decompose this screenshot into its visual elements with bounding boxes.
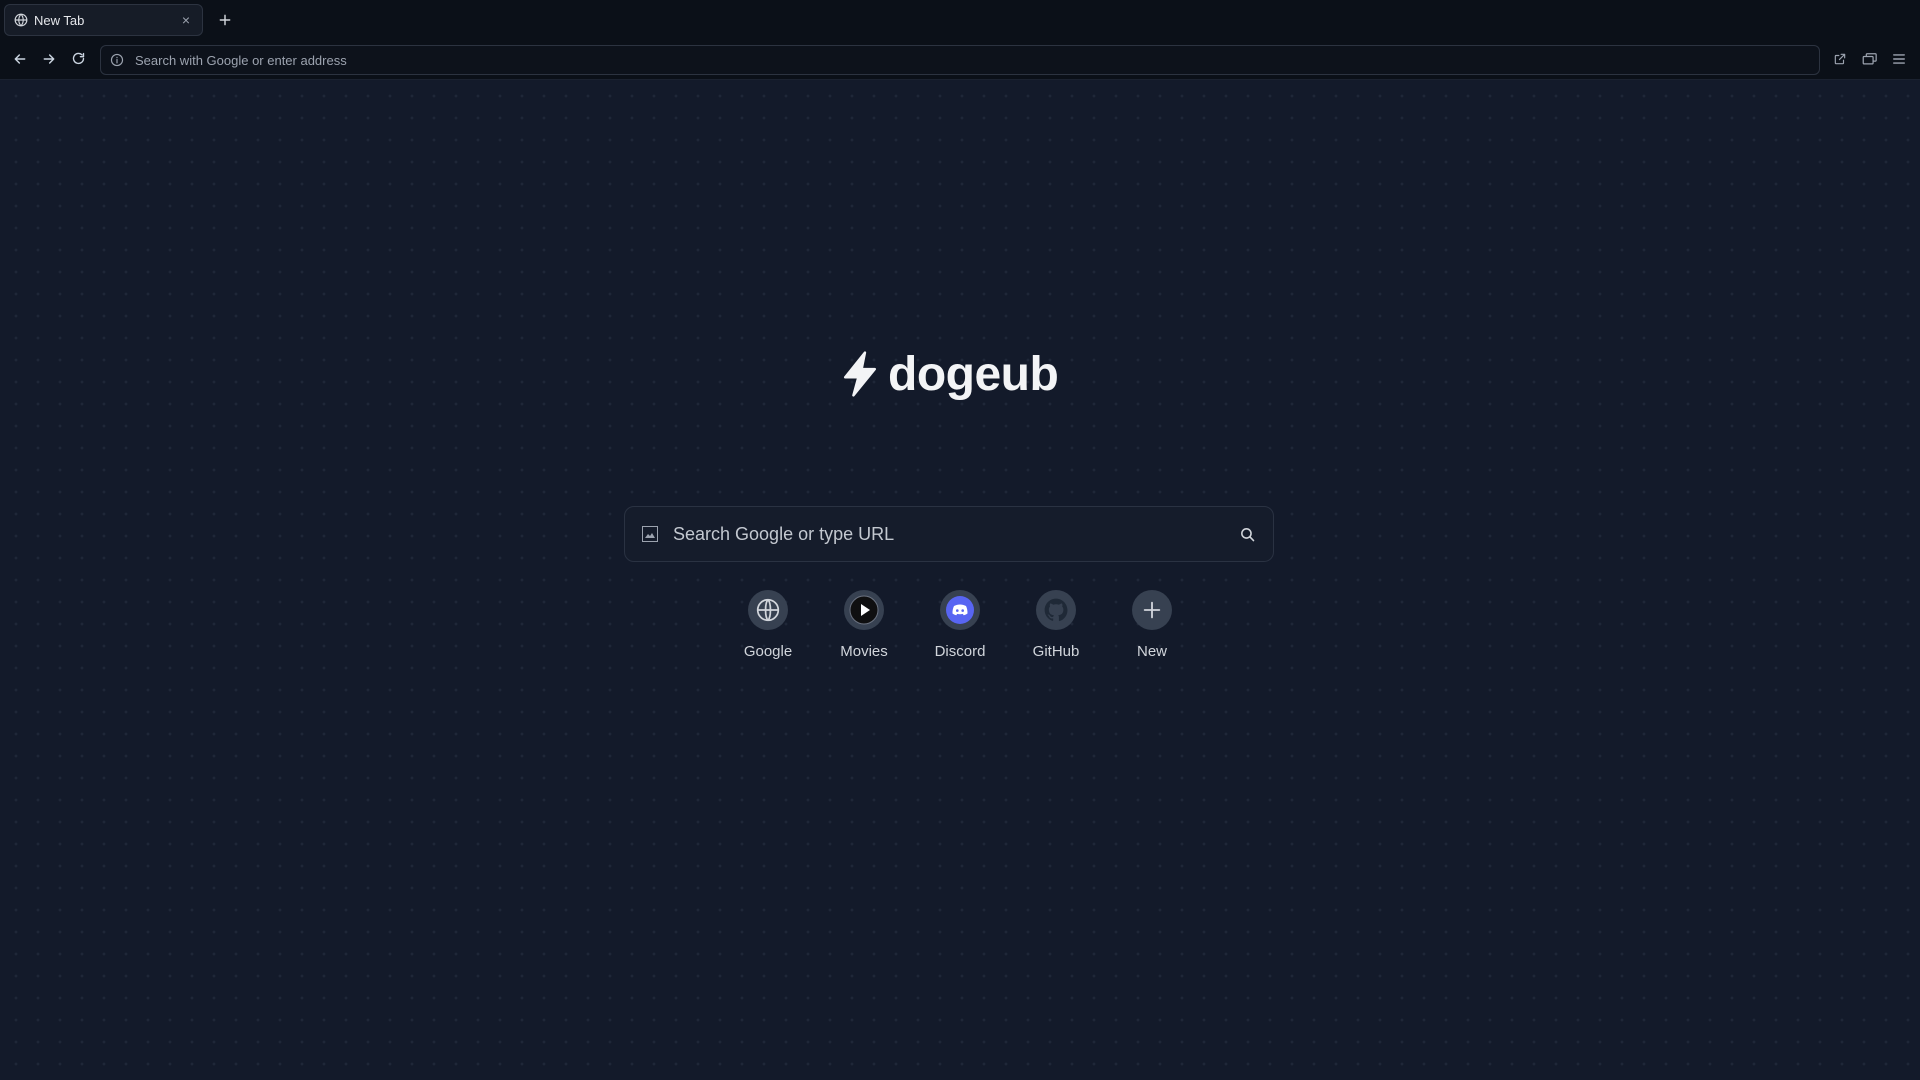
back-arrow-icon — [12, 51, 28, 72]
shortcut-label: Discord — [934, 643, 986, 660]
shortcut-label: Google — [743, 643, 793, 660]
close-tab-icon[interactable]: × — [176, 10, 196, 30]
shortcut-discord[interactable]: Discord — [920, 590, 1000, 660]
forward-arrow-icon — [41, 51, 57, 72]
globe-icon — [748, 590, 788, 630]
tab-title: New Tab — [34, 12, 85, 28]
address-input[interactable] — [133, 51, 1819, 69]
shortcut-github[interactable]: GitHub — [1016, 590, 1096, 660]
shortcut-movies[interactable]: Movies — [824, 590, 904, 660]
new-tab-button[interactable] — [214, 8, 236, 32]
reload-icon — [71, 51, 86, 71]
hamburger-menu-icon — [1892, 52, 1906, 71]
play-icon — [844, 590, 884, 630]
search-engine-icon[interactable] — [641, 525, 659, 543]
open-external-button[interactable] — [1829, 50, 1851, 72]
reload-button[interactable] — [67, 50, 89, 72]
logo: dogeub — [838, 346, 1059, 402]
info-icon[interactable] — [109, 52, 125, 68]
discord-icon — [940, 590, 980, 630]
windows-icon — [1862, 52, 1878, 71]
open-external-icon — [1833, 52, 1847, 71]
shortcut-google[interactable]: Google — [728, 590, 808, 660]
search-box[interactable] — [624, 506, 1274, 562]
tab-new-tab[interactable]: New Tab × — [4, 4, 203, 36]
navigation-bar — [0, 41, 1920, 80]
plus-icon — [1132, 590, 1172, 630]
logo-text: dogeub — [888, 347, 1059, 401]
back-button[interactable] — [9, 50, 31, 72]
github-icon — [1036, 590, 1076, 630]
forward-button[interactable] — [38, 50, 60, 72]
menu-button[interactable] — [1888, 50, 1910, 72]
new-tab-page — [0, 80, 1920, 1080]
lightning-bolt-icon — [838, 349, 882, 399]
shortcut-new[interactable]: New — [1112, 590, 1192, 660]
tab-bar: New Tab × — [0, 0, 1920, 41]
shortcut-label: New — [1136, 643, 1167, 660]
windows-button[interactable] — [1859, 50, 1881, 72]
address-bar[interactable] — [100, 45, 1820, 75]
search-icon[interactable] — [1235, 522, 1259, 546]
search-input[interactable] — [671, 522, 1235, 546]
shortcut-label: Movies — [840, 643, 888, 660]
shortcut-label: GitHub — [1032, 643, 1080, 660]
globe-icon — [13, 12, 29, 28]
